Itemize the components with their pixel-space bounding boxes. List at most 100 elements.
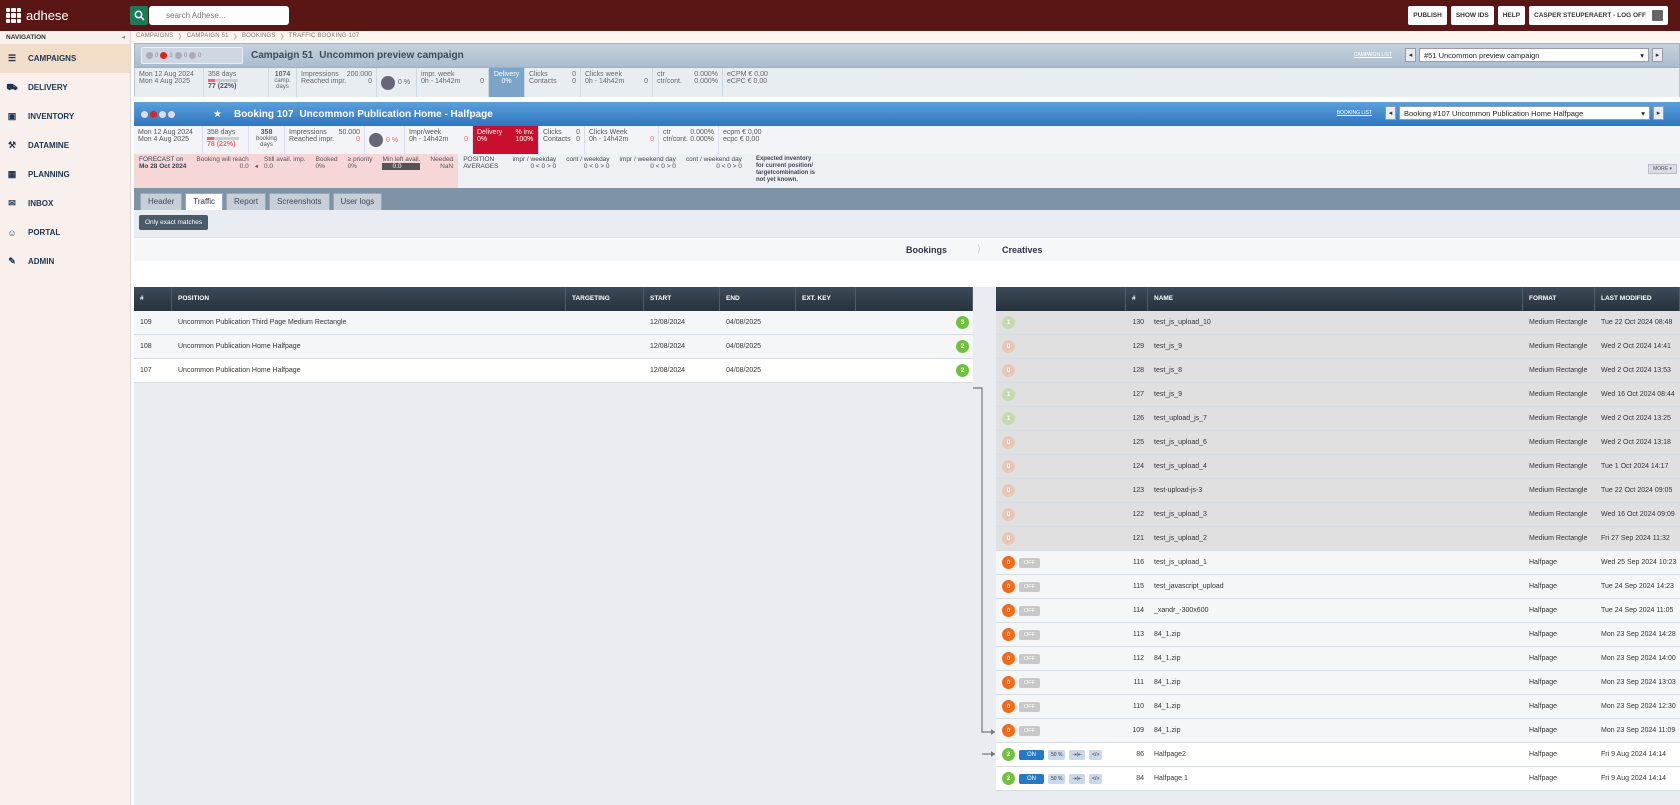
tab-screenshots[interactable]: Screenshots bbox=[269, 193, 330, 210]
creative-row[interactable]: 0 122 test_js_upload_3 Medium Rectangle Wed … bbox=[996, 503, 1680, 527]
nav-item-inbox[interactable]: ✉ INBOX bbox=[0, 189, 130, 218]
tab-user-logs[interactable]: User logs bbox=[332, 193, 383, 210]
creative-row[interactable]: 0 OFF 113 84_1.zip Halfpage Mon 23 Sep 2024 1… bbox=[996, 623, 1680, 647]
nav-item-campaigns[interactable]: ☰ CAMPAIGNS bbox=[0, 44, 130, 73]
booking-controls[interactable] bbox=[141, 110, 175, 118]
creative-row[interactable]: 0 124 test_js_upload_4 Medium Rectangle Tue … bbox=[996, 455, 1680, 479]
booking-nav: BOOKING LIST ◂ Booking #107 Uncommon Pub… bbox=[1337, 106, 1664, 120]
creative-cell: test_js_upload_2 bbox=[1154, 535, 1207, 542]
section-headers: Bookings ⟩ Creatives bbox=[134, 237, 1680, 261]
toggle-off-button[interactable]: OFF bbox=[1019, 581, 1040, 592]
more-button[interactable]: MORE ▾ bbox=[1648, 164, 1677, 174]
star-icon[interactable]: ★ bbox=[213, 109, 222, 120]
count-badge: 2 bbox=[956, 364, 969, 377]
bookings-section-title: Bookings bbox=[905, 245, 947, 255]
bookings-header-cell: TARGETING bbox=[566, 287, 644, 311]
toggle-off-button[interactable]: OFF bbox=[1019, 725, 1040, 736]
nav-item-inventory[interactable]: ▣ INVENTORY bbox=[0, 102, 130, 131]
campaign-list-link[interactable]: CAMPAIGN LIST bbox=[1354, 52, 1392, 58]
search-input[interactable] bbox=[149, 6, 289, 25]
booking-row[interactable]: 109 Uncommon Publication Third Page Mediu… bbox=[134, 311, 973, 335]
creative-row[interactable]: 0 OFF 110 84_1.zip Halfpage Mon 23 Sep 2024 1… bbox=[996, 695, 1680, 719]
creative-row[interactable]: 0 125 test_js_upload_6 Medium Rectangle Wed … bbox=[996, 431, 1680, 455]
booking-list-link[interactable]: BOOKING LIST bbox=[1337, 110, 1372, 116]
creative-row[interactable]: 0 121 test_js_upload_2 Medium Rectangle Fri … bbox=[996, 527, 1680, 551]
prev-campaign-button[interactable]: ◂ bbox=[1405, 48, 1416, 62]
prev-booking-button[interactable]: ◂ bbox=[1385, 106, 1396, 120]
weight-button[interactable]: 50 % bbox=[1048, 749, 1066, 760]
breadcrumb-item[interactable]: CAMPAIGN 51 bbox=[187, 33, 229, 40]
creative-row[interactable]: 0 128 test_js_8 Medium Rectangle Wed 2 Oct 2… bbox=[996, 359, 1680, 383]
creative-row[interactable]: 0 129 test_js_9 Medium Rectangle Wed 2 Oct 2… bbox=[996, 335, 1680, 359]
creative-cell: Medium Rectangle bbox=[1529, 511, 1588, 518]
campaign-controls[interactable]: 0 3 0 0 bbox=[141, 47, 243, 64]
top-button-help[interactable]: HELP bbox=[1497, 6, 1526, 25]
top-button-publish[interactable]: PUBLISH bbox=[1408, 6, 1447, 25]
booking-row[interactable]: 108 Uncommon Publication Home Halfpage 12/… bbox=[134, 335, 973, 359]
creative-row[interactable]: 1 127 test_js_9 Medium Rectangle Wed 16 Oct … bbox=[996, 383, 1680, 407]
logo[interactable]: adhese bbox=[0, 8, 120, 23]
top-button-show-ids[interactable]: SHOW IDS bbox=[1450, 6, 1494, 25]
creative-row[interactable]: 0 OFF 111 84_1.zip Halfpage Mon 23 Sep 2024 1… bbox=[996, 671, 1680, 695]
nav-item-datamine[interactable]: ⚒ DATAMINE bbox=[0, 131, 130, 160]
toggle-on-button[interactable]: ON bbox=[1019, 749, 1044, 760]
weight-button[interactable]: 50 % bbox=[1048, 773, 1066, 784]
creative-row[interactable]: 2 ON 50 % ⇥|⇤ </> 84 Halfpage 1 Halfpage Fri 9 A… bbox=[996, 767, 1680, 791]
creative-cell: Wed 2 Oct 2024 14:41 bbox=[1601, 343, 1671, 350]
mail-icon: ✉ bbox=[8, 198, 16, 208]
creative-cell: test_js_upload_4 bbox=[1154, 463, 1207, 470]
creative-row[interactable]: 0 OFF 109 84_1.zip Halfpage Mon 23 Sep 2024 1… bbox=[996, 719, 1680, 743]
nav-item-admin[interactable]: ✎ ADMIN bbox=[0, 247, 130, 276]
creative-cell: Medium Rectangle bbox=[1529, 319, 1588, 326]
creative-cell: Medium Rectangle bbox=[1529, 535, 1588, 542]
toggle-off-button[interactable]: OFF bbox=[1019, 629, 1040, 640]
nav-item-delivery[interactable]: ⛟ DELIVERY bbox=[0, 73, 130, 102]
creative-count-badge: 0 bbox=[1002, 556, 1015, 569]
breadcrumb-item[interactable]: BOOKINGS bbox=[242, 33, 276, 40]
collapse-icon[interactable]: ◂ bbox=[122, 33, 125, 41]
toggle-off-button[interactable]: OFF bbox=[1019, 677, 1040, 688]
breadcrumb-item[interactable]: TRAFFIC BOOKING 107 bbox=[289, 33, 359, 40]
toggle-off-button[interactable]: OFF bbox=[1019, 701, 1040, 712]
expand-icon[interactable]: ⇥|⇤ bbox=[1069, 749, 1086, 760]
toggle-off-button[interactable]: OFF bbox=[1019, 557, 1040, 568]
creative-row[interactable]: 0 OFF 116 test_js_upload_1 Halfpage Wed 25 Se… bbox=[996, 551, 1680, 575]
user-menu[interactable]: CASPER STEUPERAERT - LOG OFF bbox=[1529, 6, 1668, 25]
next-booking-button[interactable]: ▸ bbox=[1653, 106, 1664, 120]
creative-row[interactable]: 0 OFF 114 _xandr_-300x600 Halfpage Tue 24 Sep… bbox=[996, 599, 1680, 623]
creative-cell: Mon 23 Sep 2024 11:09 bbox=[1601, 727, 1676, 734]
booking-row[interactable]: 107 Uncommon Publication Home Halfpage 12/… bbox=[134, 359, 973, 383]
creative-count-badge: 0 bbox=[1002, 628, 1015, 641]
booking-cell: 04/08/2025 bbox=[726, 343, 762, 350]
creatives-section-title: Creatives bbox=[1002, 245, 1043, 255]
expand-icon[interactable]: ⇥|⇤ bbox=[1069, 773, 1086, 784]
booking-select[interactable]: Booking #107 Uncommon Publication Home H… bbox=[1399, 106, 1650, 120]
creative-row[interactable]: 0 123 test-upload-js-3 Medium Rectangle Tue … bbox=[996, 479, 1680, 503]
tab-report[interactable]: Report bbox=[226, 193, 267, 210]
creative-cell: 124 bbox=[1132, 463, 1144, 470]
nav-item-portal[interactable]: ☺ PORTAL bbox=[0, 218, 130, 247]
search-button[interactable] bbox=[130, 6, 148, 25]
briefcase-icon: ▣ bbox=[7, 111, 17, 121]
exact-matches-button[interactable]: Only exact matches bbox=[139, 215, 209, 230]
creative-row[interactable]: 2 ON 50 % ⇥|⇤ </> 86 Halfpage2 Halfpage Fri 9 Au… bbox=[996, 743, 1680, 767]
creative-row[interactable]: 1 126 test_upload_js_7 Medium Rectangle Wed … bbox=[996, 407, 1680, 431]
creative-count-badge: 0 bbox=[1002, 340, 1015, 353]
forecast-col: cont / weekend day 0 < 0 > 0 bbox=[686, 156, 742, 186]
tab-header[interactable]: Header bbox=[140, 193, 183, 210]
creative-count-badge: 1 bbox=[1002, 316, 1015, 329]
code-icon[interactable]: </> bbox=[1089, 749, 1103, 760]
nav-item-planning[interactable]: ▦ PLANNING bbox=[0, 160, 130, 189]
creative-row[interactable]: 1 130 test_js_upload_10 Medium Rectangle Tue… bbox=[996, 311, 1680, 335]
campaign-select[interactable]: #51 Uncommon preview campaign ▾ bbox=[1419, 48, 1649, 62]
code-icon[interactable]: </> bbox=[1089, 773, 1103, 784]
toggle-on-button[interactable]: ON bbox=[1019, 773, 1044, 784]
breadcrumb-item[interactable]: CAMPAIGNS bbox=[136, 33, 173, 40]
toggle-off-button[interactable]: OFF bbox=[1019, 605, 1040, 616]
creative-row[interactable]: 0 OFF 115 test_javascript_upload Halfpage Tue… bbox=[996, 575, 1680, 599]
tab-traffic[interactable]: Traffic bbox=[185, 193, 224, 210]
booking-cell: 107 bbox=[140, 367, 152, 374]
creative-row[interactable]: 0 OFF 112 84_1.zip Halfpage Mon 23 Sep 2024 1… bbox=[996, 647, 1680, 671]
toggle-off-button[interactable]: OFF bbox=[1019, 653, 1040, 664]
next-campaign-button[interactable]: ▸ bbox=[1652, 48, 1663, 62]
